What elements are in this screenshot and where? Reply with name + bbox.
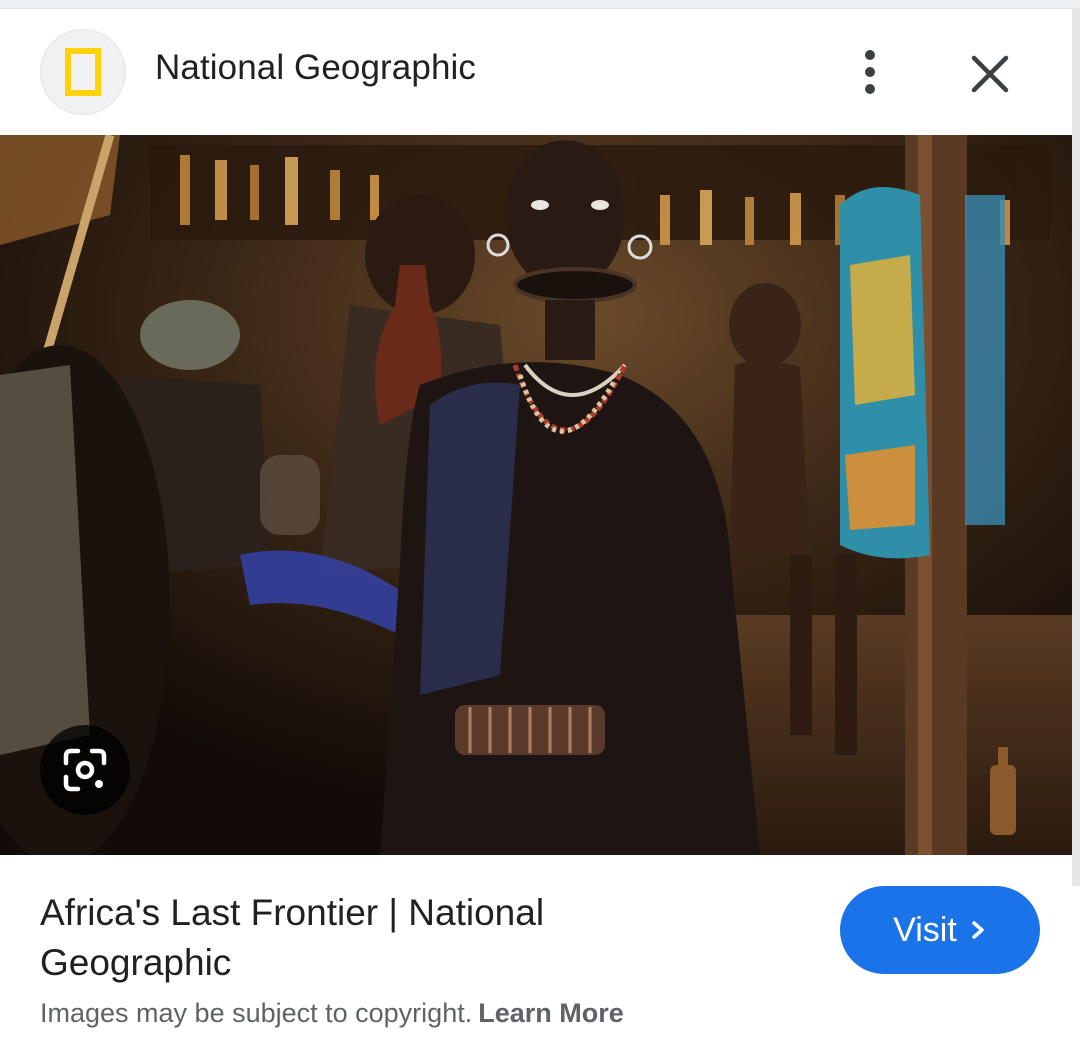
learn-more-link[interactable]: Learn More <box>478 998 624 1028</box>
google-lens-button[interactable] <box>40 725 130 815</box>
photo-scene <box>0 135 1072 855</box>
more-vert-icon-dot <box>865 84 875 94</box>
copyright-notice: Images may be subject to copyright. Learn… <box>40 998 624 1029</box>
more-options-button[interactable] <box>846 40 894 104</box>
visit-label: Visit <box>893 910 957 949</box>
visit-button[interactable]: Visit <box>840 886 1040 974</box>
top-strip <box>0 0 1080 9</box>
result-title[interactable]: Africa's Last Frontier | National Geogra… <box>40 888 660 988</box>
close-icon <box>971 55 1009 93</box>
chevron-right-icon <box>972 921 984 939</box>
copyright-text: Images may be subject to copyright. <box>40 998 473 1028</box>
site-logo[interactable] <box>40 29 126 115</box>
site-name[interactable]: National Geographic <box>155 48 476 88</box>
more-vert-icon <box>865 50 875 60</box>
close-button[interactable] <box>962 46 1018 102</box>
google-lens-icon <box>63 748 107 792</box>
source-header: National Geographic <box>0 10 1072 134</box>
scrollbar[interactable] <box>1072 8 1080 886</box>
national-geographic-logo-icon <box>65 48 101 96</box>
more-vert-icon-dot <box>865 67 875 77</box>
preview-image[interactable] <box>0 135 1072 855</box>
